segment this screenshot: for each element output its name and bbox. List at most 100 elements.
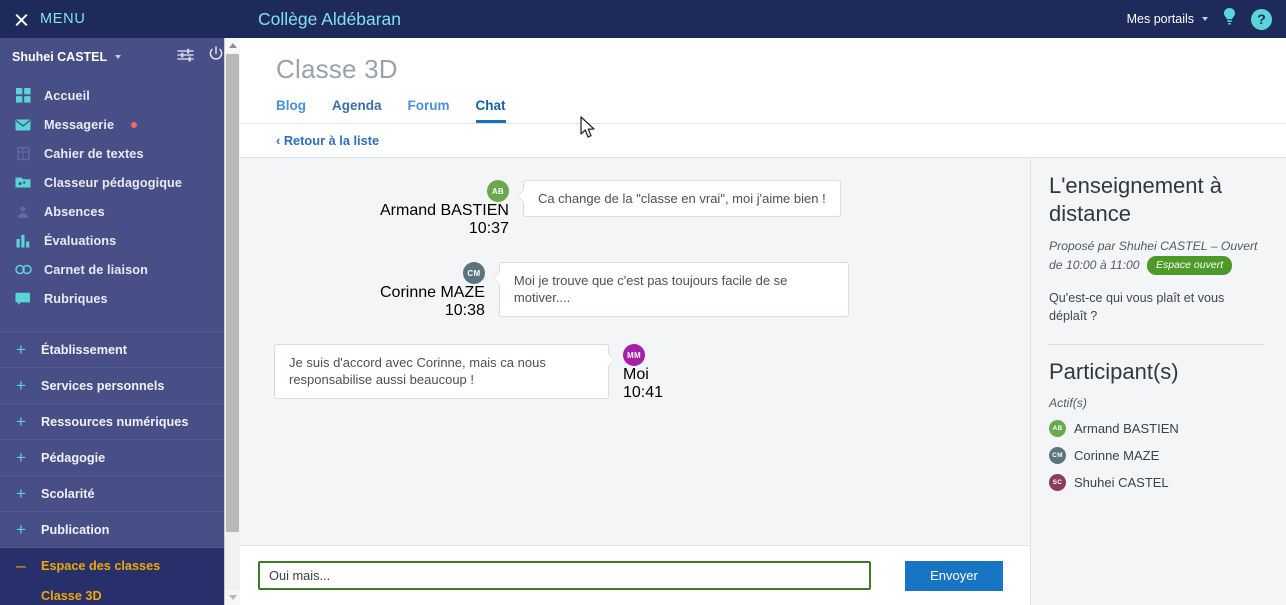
avatar: CM	[462, 262, 485, 284]
main-column: Collège Aldébaran Mes portails ? Classe …	[240, 0, 1286, 605]
chat-message-author: Corinne MAZE	[380, 284, 485, 301]
sidebar-user-row: Shuhei CASTEL	[0, 38, 240, 75]
sidebar-item-accueil[interactable]: Accueil	[0, 81, 240, 110]
session-title: L'enseignement à distance	[1049, 173, 1222, 227]
tab-forum[interactable]: Forum	[408, 98, 450, 123]
speech-bubble-icon	[14, 292, 32, 305]
chat-message-bubble: Ca change de la "classe en vrai", moi j'…	[516, 180, 841, 218]
sidebar-item-label: Absences	[44, 204, 105, 219]
sidebar-item-evaluations[interactable]: Évaluations	[0, 226, 240, 255]
scroll-down-arrow-icon[interactable]	[225, 590, 240, 605]
sidebar-section-label: Établissement	[41, 342, 128, 357]
expand-plus-icon: +	[16, 412, 26, 431]
help-question-icon[interactable]: ?	[1251, 8, 1272, 30]
chat-message-bubble: Moi je trouve que c'est pas toujours fac…	[492, 262, 849, 317]
sidebar-item-label: Évaluations	[44, 233, 117, 248]
panel-divider	[1049, 343, 1264, 345]
scrollbar-thumb[interactable]	[226, 54, 239, 532]
tab-chat[interactable]: Chat	[475, 98, 506, 123]
sidebar-section-scolarite[interactable]: + Scolarité	[0, 475, 240, 511]
person-icon	[14, 205, 32, 219]
avatar: CM	[1049, 446, 1066, 464]
sidebar-item-absences[interactable]: Absences	[0, 197, 240, 226]
sidebar-subitem-classe-3d[interactable]: Classe 3D	[0, 583, 240, 605]
expand-plus-icon: +	[16, 520, 26, 539]
sidebar-section-etablissement[interactable]: + Établissement	[0, 331, 240, 367]
power-icon[interactable]	[208, 46, 224, 67]
sidebar-section-label: Espace des classes	[41, 558, 161, 573]
sidebar-nav-sections: + Établissement + Services personnels + …	[0, 331, 240, 605]
session-meta: Proposé par Shuhei CASTEL – Ouvert de 10…	[1049, 238, 1264, 276]
chat-message: Je suis d'accord avec Corinne, mais ca n…	[260, 344, 1010, 402]
sidebar-item-carnet-de-liaison[interactable]: Carnet de liaison	[0, 255, 240, 284]
participant-row[interactable]: SC Shuhei CASTEL	[1049, 473, 1264, 491]
send-button[interactable]: Envoyer	[905, 560, 1003, 591]
sidebar-section-espace-des-classes[interactable]: – Espace des classes	[0, 547, 240, 583]
expand-plus-icon: +	[16, 340, 26, 359]
sidebar-scrollbar[interactable]	[224, 38, 240, 605]
folder-icon	[14, 176, 32, 189]
my-portals-menu[interactable]: Mes portails	[1127, 12, 1208, 26]
link-icon	[14, 264, 32, 275]
unread-badge-dot	[131, 121, 138, 128]
chat-message-time: 10:37	[468, 220, 509, 237]
close-x-icon[interactable]	[14, 12, 29, 27]
left-sidebar: MENU Shuhei CASTEL Accueil Messagerie Ca…	[0, 0, 240, 605]
participant-name: Corinne MAZE	[1074, 447, 1160, 463]
participant-row[interactable]: AB Armand BASTIEN	[1049, 419, 1264, 437]
envelope-icon	[14, 119, 32, 131]
application-window: MENU Shuhei CASTEL Accueil Messagerie Ca…	[0, 0, 1286, 605]
sidebar-item-messagerie[interactable]: Messagerie	[0, 110, 240, 139]
sidebar-section-label: Pédagogie	[41, 450, 106, 465]
sidebar-section-label: Ressources numériques	[41, 414, 189, 429]
expand-plus-icon: +	[16, 448, 26, 467]
my-portals-label: Mes portails	[1126, 12, 1194, 26]
expand-plus-icon: +	[16, 484, 26, 503]
participant-name: Shuhei CASTEL	[1074, 474, 1169, 490]
status-badge: Espace ouvert	[1146, 256, 1233, 276]
tab-agenda[interactable]: Agenda	[332, 98, 382, 123]
sidebar-section-label: Publication	[41, 522, 110, 537]
scroll-up-arrow-icon[interactable]	[225, 38, 240, 53]
sidebar-item-label: Classeur pédagogique	[44, 175, 183, 190]
sidebar-item-rubriques[interactable]: Rubriques	[0, 284, 240, 313]
sidebar-section-services-personnels[interactable]: + Services personnels	[0, 367, 240, 403]
tab-bar: Blog Agenda Forum Chat	[276, 98, 1286, 123]
app-title: Collège Aldébaran	[258, 8, 402, 29]
back-to-list-link[interactable]: ‹ Retour à la liste	[276, 133, 379, 148]
sidebar-section-label: Services personnels	[41, 378, 165, 393]
avatar: AB	[486, 180, 509, 202]
collapse-minus-icon: –	[16, 556, 26, 575]
participant-row[interactable]: CM Corinne MAZE	[1049, 446, 1264, 464]
top-header-bar: Collège Aldébaran Mes portails ?	[240, 0, 1286, 38]
sidebar-item-cahier-de-textes[interactable]: Cahier de textes	[0, 139, 240, 168]
sidebar-section-pedagogie[interactable]: + Pédagogie	[0, 439, 240, 475]
sidebar-item-label: Messagerie	[44, 117, 115, 132]
chat-message-author-block: AB Armand BASTIEN 10:37	[380, 180, 509, 238]
user-name: Shuhei CASTEL	[12, 49, 108, 64]
page-header: Classe 3D Blog Agenda Forum Chat	[240, 38, 1286, 123]
sliders-icon[interactable]	[177, 47, 194, 67]
sidebar-item-label: Rubriques	[44, 291, 108, 306]
chat-message-author: Moi	[623, 366, 649, 383]
sidebar-section-publication[interactable]: + Publication	[0, 511, 240, 547]
chat-message-bubble: Je suis d'accord avec Corinne, mais ca n…	[274, 344, 615, 399]
chevron-down-icon	[1202, 17, 1208, 21]
chevron-down-icon[interactable]	[115, 54, 122, 59]
sidebar-nav-primary: Accueil Messagerie Cahier de textes Clas…	[0, 75, 240, 313]
tab-blog[interactable]: Blog	[276, 98, 306, 123]
back-bar: ‹ Retour à la liste	[240, 124, 1286, 158]
expand-plus-icon: +	[16, 376, 26, 395]
avatar: MM	[623, 344, 645, 366]
sidebar-item-classeur-pedagogique[interactable]: Classeur pédagogique	[0, 168, 240, 197]
menu-toggle-bar[interactable]: MENU	[0, 0, 240, 38]
avatar: SC	[1049, 473, 1066, 491]
message-input[interactable]	[258, 561, 871, 590]
sidebar-item-label: Carnet de liaison	[44, 262, 148, 277]
sidebar-section-ressources-numeriques[interactable]: + Ressources numériques	[0, 403, 240, 439]
participant-name: Armand BASTIEN	[1074, 420, 1179, 436]
menu-label: MENU	[40, 11, 86, 27]
page-title: Classe 3D	[276, 54, 398, 84]
chat-panel: AB Armand BASTIEN 10:37 Ca change de la …	[240, 158, 1030, 605]
lightbulb-icon[interactable]	[1222, 7, 1237, 31]
